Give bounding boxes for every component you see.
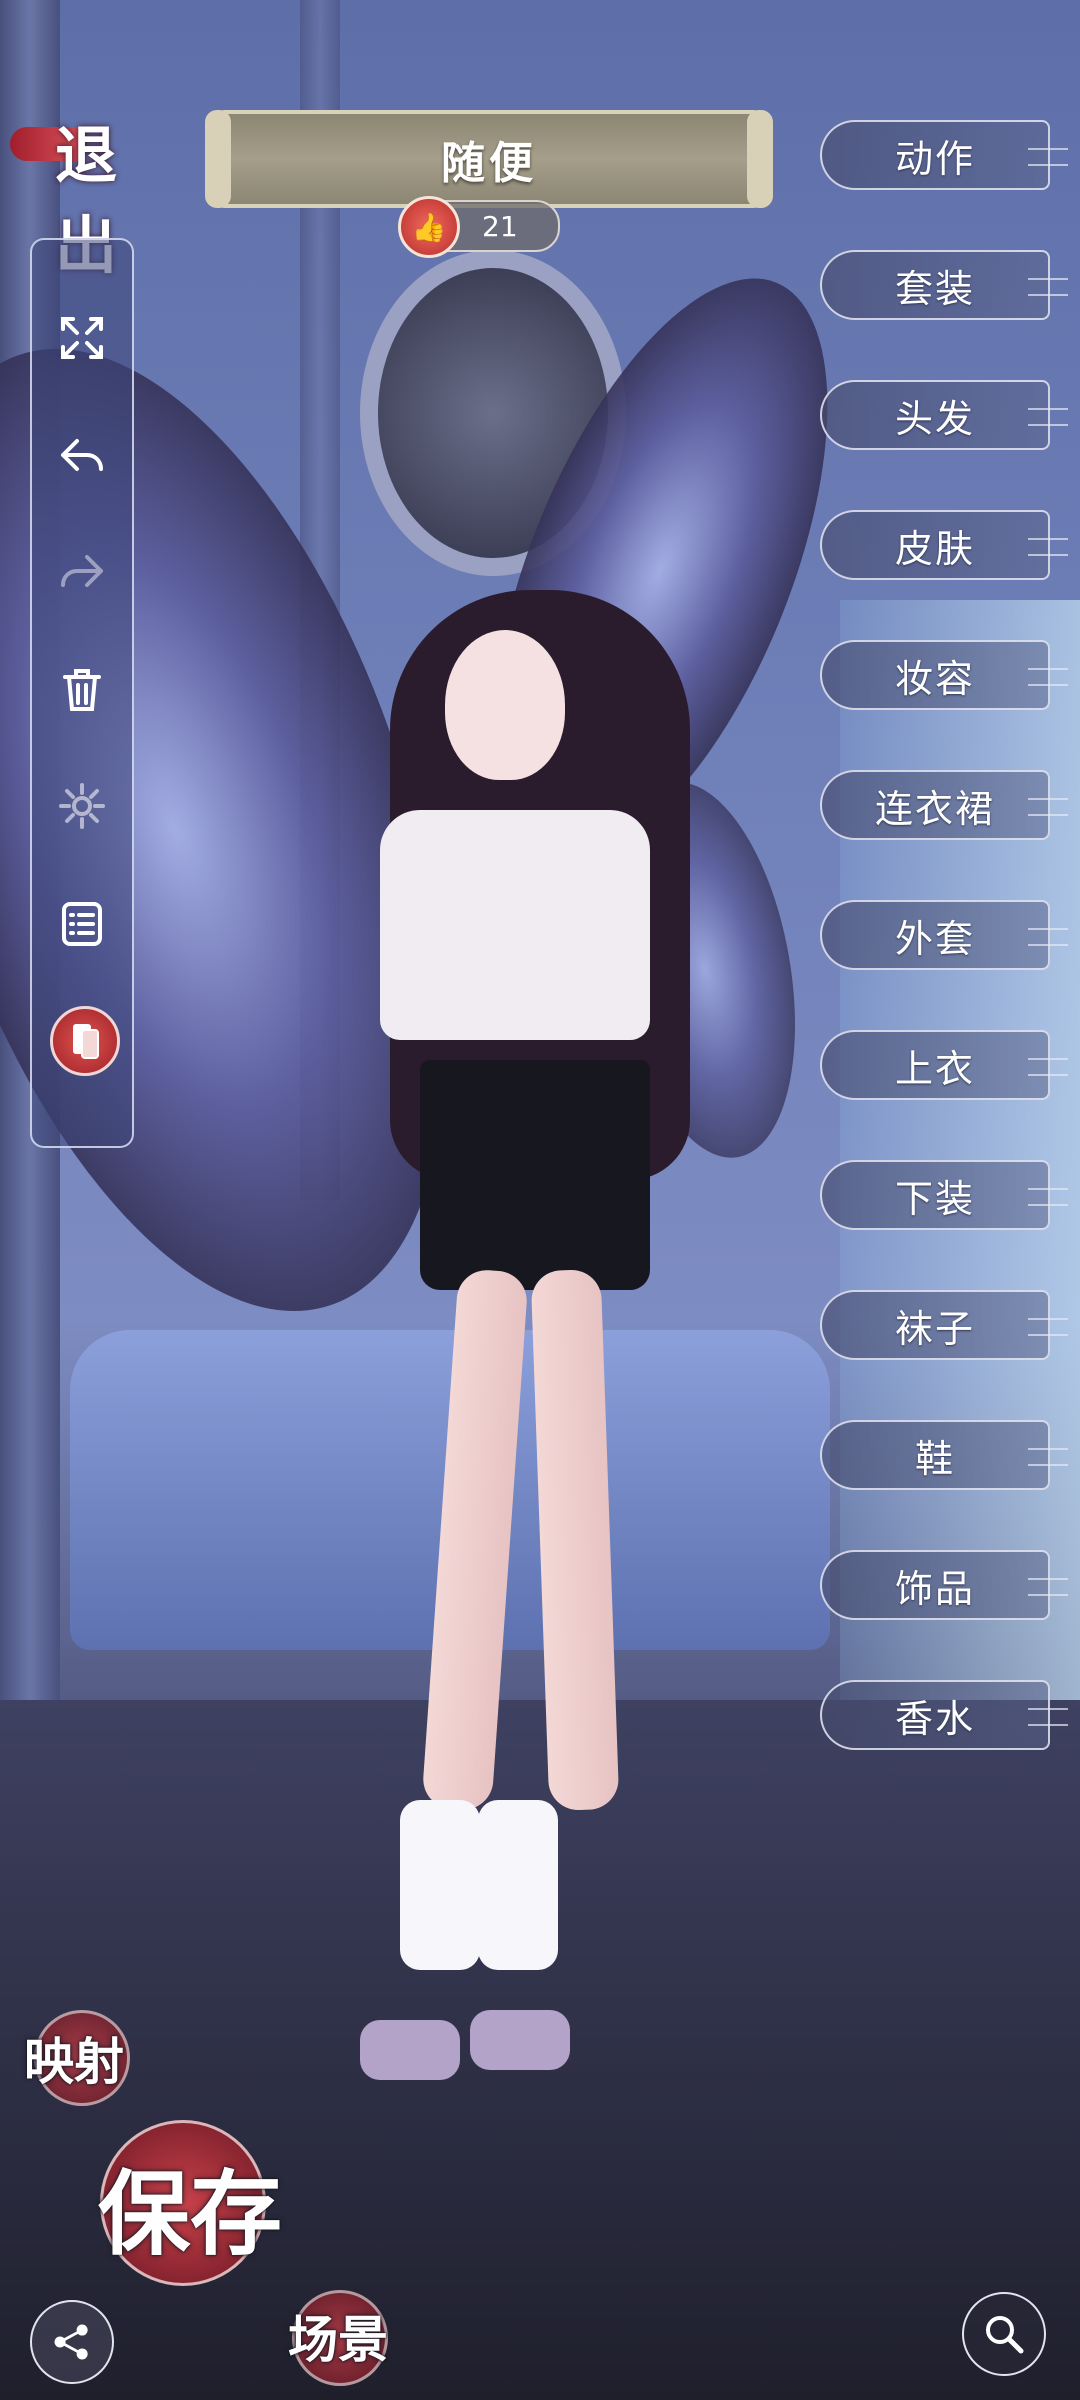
- likes-counter[interactable]: 👍 21: [398, 196, 560, 258]
- outfit-name-banner[interactable]: 随便: [205, 110, 773, 208]
- likes-count: 21: [482, 209, 518, 243]
- menu-item-label: 妆容: [894, 656, 975, 701]
- menu-item-action[interactable]: 动作: [820, 120, 1068, 190]
- menu-item-hair[interactable]: 头发: [820, 380, 1068, 450]
- left-toolbar: [30, 238, 134, 1148]
- menu-item-label: 饰品: [894, 1566, 975, 1611]
- exit-button[interactable]: 退出: [10, 105, 180, 282]
- menu-item-label: 皮肤: [894, 526, 975, 571]
- undo-icon: [61, 439, 103, 471]
- character-face: [445, 630, 565, 780]
- redo-button[interactable]: [52, 542, 112, 602]
- search-icon: [986, 2316, 1024, 2354]
- menu-item-skin[interactable]: 皮肤: [820, 510, 1068, 580]
- thumbs-up-icon: 👍: [398, 196, 460, 258]
- mapping-label: 映射: [24, 2032, 124, 2091]
- phone-card-icon: [73, 1024, 99, 1059]
- menu-item-perfume[interactable]: 香水: [820, 1680, 1068, 1750]
- character-blouse: [380, 810, 650, 1040]
- trash-icon: [63, 669, 101, 711]
- menu-item-label: 头发: [894, 396, 975, 441]
- character-shoe: [470, 2010, 570, 2070]
- character-shorts: [420, 1060, 650, 1290]
- character-sock: [478, 1800, 558, 1970]
- phone-card-button[interactable]: [50, 1006, 120, 1076]
- menu-item-bottom[interactable]: 下装: [820, 1160, 1068, 1230]
- menu-item-makeup[interactable]: 妆容: [820, 640, 1068, 710]
- menu-item-label: 香水: [894, 1696, 975, 1741]
- redo-icon: [61, 555, 103, 587]
- menu-item-shoes[interactable]: 鞋: [820, 1420, 1068, 1490]
- undo-button[interactable]: [52, 426, 112, 486]
- menu-item-label: 袜子: [894, 1306, 975, 1351]
- menu-item-accessories[interactable]: 饰品: [820, 1550, 1068, 1620]
- scroll-cap-right: [747, 110, 773, 208]
- menu-item-top[interactable]: 上衣: [820, 1030, 1068, 1100]
- character-shoe: [360, 2020, 460, 2080]
- menu-item-label: 鞋: [914, 1436, 955, 1481]
- menu-item-dress[interactable]: 连衣裙: [820, 770, 1068, 840]
- list-icon: [62, 902, 102, 946]
- outfit-name: 随便: [441, 138, 537, 189]
- settings-button[interactable]: [52, 776, 112, 836]
- fullscreen-button[interactable]: [52, 308, 112, 368]
- menu-item-label: 外套: [894, 916, 975, 961]
- delete-button[interactable]: [52, 660, 112, 720]
- menu-item-label: 下装: [894, 1176, 975, 1221]
- menu-item-label: 动作: [894, 136, 975, 181]
- share-button[interactable]: [30, 2300, 114, 2384]
- menu-item-suit[interactable]: 套装: [820, 250, 1068, 320]
- character-sock: [400, 1800, 480, 1970]
- list-button[interactable]: [52, 894, 112, 954]
- fullscreen-icon: [61, 317, 103, 359]
- menu-item-label: 连衣裙: [874, 786, 995, 831]
- gear-icon: [59, 783, 105, 829]
- menu-item-coat[interactable]: 外套: [820, 900, 1068, 970]
- search-button[interactable]: [962, 2292, 1046, 2376]
- scroll-cap-left: [205, 110, 231, 208]
- menu-item-label: 上衣: [894, 1046, 975, 1091]
- save-label: 保存: [98, 2160, 283, 2268]
- share-icon: [54, 2324, 88, 2360]
- menu-item-socks[interactable]: 袜子: [820, 1290, 1068, 1360]
- menu-item-label: 套装: [894, 266, 975, 311]
- scene-label: 场景: [288, 2310, 388, 2369]
